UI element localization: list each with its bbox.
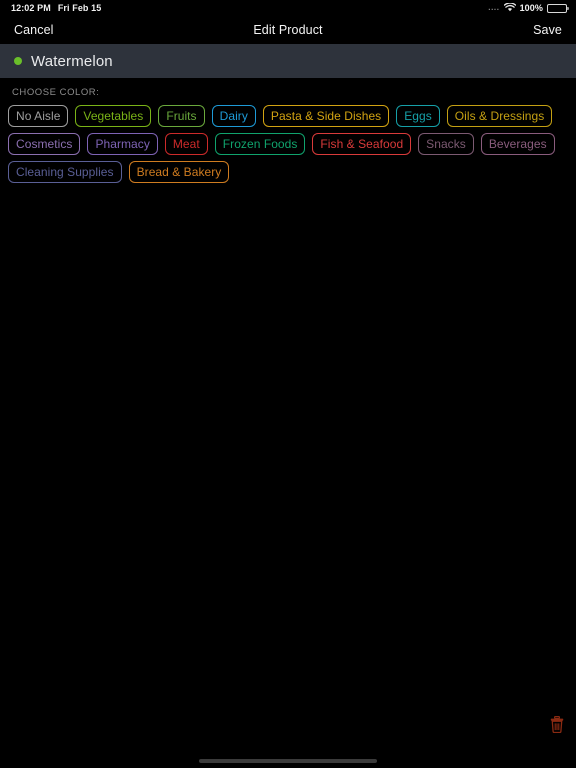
color-chip[interactable]: Meat [164, 133, 208, 155]
color-chip[interactable]: Bread & Bakery [128, 161, 230, 183]
color-chip[interactable]: Pasta & Side Dishes [262, 105, 390, 127]
color-chip[interactable]: Pharmacy [87, 133, 158, 155]
edit-product-screen: 12:02 PM Fri Feb 15 .... 100% Cancel Edi… [0, 0, 576, 768]
cancel-button[interactable]: Cancel [14, 23, 54, 37]
color-chip[interactable]: Frozen Foods [214, 133, 306, 155]
status-time: 12:02 PM [11, 3, 51, 13]
color-chip[interactable]: Cleaning Supplies [8, 161, 122, 183]
wifi-icon [503, 1, 516, 14]
color-chip[interactable]: Vegetables [75, 105, 152, 127]
cellular-signal-icon: .... [488, 2, 500, 12]
choose-color-label: CHOOSE COLOR: [12, 87, 100, 98]
color-chip[interactable]: Fish & Seafood [312, 133, 412, 155]
battery-percent-label: 100% [519, 3, 543, 13]
product-name: Watermelon [31, 52, 113, 70]
product-header: Watermelon [0, 44, 576, 78]
color-chip[interactable]: Beverages [480, 133, 555, 155]
color-chip-list: No Aisle Vegetables Fruits Dairy Pasta & Sid… [8, 105, 568, 183]
page-title: Edit Product [253, 23, 323, 37]
save-button[interactable]: Save [533, 23, 562, 37]
color-chip[interactable]: Oils & Dressings [446, 105, 553, 127]
home-indicator-zone [0, 754, 576, 768]
battery-icon [547, 3, 569, 13]
home-indicator[interactable] [199, 759, 377, 763]
navigation-bar: Cancel Edit Product Save [0, 16, 576, 44]
color-chip[interactable]: No Aisle [8, 105, 69, 127]
footer-bar [0, 714, 576, 754]
color-chip[interactable]: Eggs [396, 105, 440, 127]
color-chip[interactable]: Fruits [158, 105, 205, 127]
color-chip[interactable]: Snacks [418, 133, 474, 155]
trash-icon [550, 716, 564, 736]
delete-product-button[interactable] [550, 716, 564, 736]
status-bar: 12:02 PM Fri Feb 15 .... 100% [0, 0, 576, 16]
content-area: CHOOSE COLOR: No Aisle Vegetables Fruits Da… [0, 78, 576, 714]
color-chip[interactable]: Dairy [211, 105, 256, 127]
status-bar-left: 12:02 PM Fri Feb 15 [11, 3, 101, 13]
color-chip[interactable]: Cosmetics [8, 133, 81, 155]
status-date: Fri Feb 15 [57, 3, 102, 13]
product-color-dot [14, 57, 22, 65]
status-bar-right: .... 100% [488, 1, 569, 14]
